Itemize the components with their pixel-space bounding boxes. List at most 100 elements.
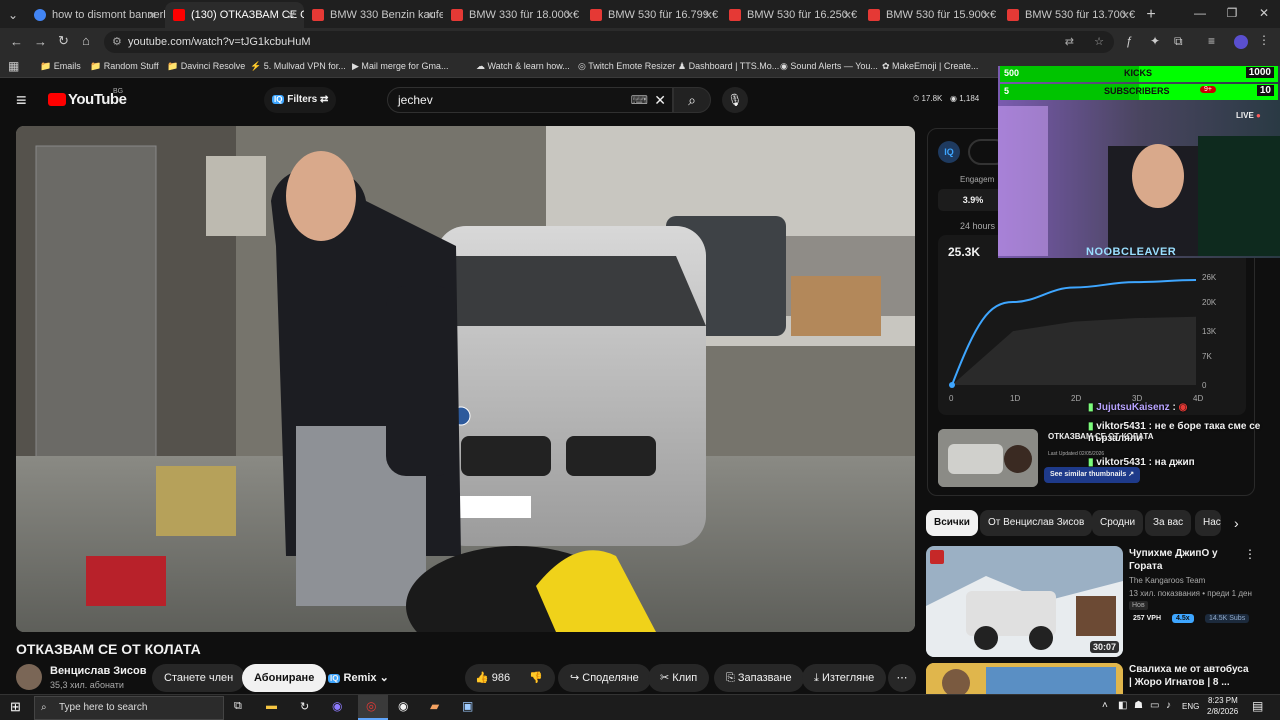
profile-avatar[interactable] xyxy=(1234,35,1248,49)
bookmark-item[interactable]: ▶ Mail merge for Gma... xyxy=(352,61,448,72)
app-icon[interactable]: ↻ xyxy=(300,700,309,713)
bookmark-item[interactable]: 📁 Emails xyxy=(40,61,81,72)
chip-all[interactable]: Всички xyxy=(926,510,978,536)
share-button[interactable]: ↪ Споделяне xyxy=(558,664,651,692)
url-field[interactable]: ⚙ youtube.com/watch?v=tJG1kcbuHuM ⇄ ☆ xyxy=(104,31,1114,53)
browser-tab[interactable]: BMW 330 Benzin kaufen |✕ xyxy=(304,2,443,28)
join-button[interactable]: Станете член xyxy=(152,664,246,692)
more-vert-icon[interactable]: ⋮ xyxy=(1244,547,1256,561)
tray-icon[interactable]: ◧ xyxy=(1118,700,1127,711)
similar-thumbnails-button[interactable]: See similar thumbnails ↗ xyxy=(1044,467,1141,483)
close-tab-icon[interactable]: ✕ xyxy=(426,9,435,22)
rec-thumbnail[interactable] xyxy=(926,663,1123,695)
filters-button[interactable]: IQ Filters ⇄ xyxy=(264,87,337,113)
time-range[interactable]: 24 hours xyxy=(960,221,995,231)
subscribe-button[interactable]: Абониране xyxy=(242,664,327,692)
rec-title[interactable]: Чупихме ДжипО у Гората xyxy=(1129,547,1239,573)
close-tab-icon[interactable]: ✕ xyxy=(1121,9,1130,22)
close-tab-icon[interactable]: ✕ xyxy=(148,9,157,22)
bookmark-star-icon[interactable]: ☆ xyxy=(1094,31,1104,53)
chip-channel[interactable]: От Венцислав Зисов xyxy=(980,510,1093,536)
more-actions-button[interactable]: ⋯ xyxy=(888,664,916,692)
chip-related[interactable]: Сродни xyxy=(1092,510,1144,536)
like-button[interactable]: 👍 986 xyxy=(475,672,510,684)
close-tab-icon[interactable]: ✕ xyxy=(704,9,713,22)
close-tab-icon[interactable]: ✕ xyxy=(982,9,991,22)
apps-grid-icon[interactable]: ▦ xyxy=(8,59,19,73)
voice-search-button[interactable]: 🎙 xyxy=(722,87,748,113)
vidiq-logo[interactable]: IQ xyxy=(938,141,960,163)
browser-tab[interactable]: BMW 530 für 13.700 € ✕ xyxy=(999,2,1138,28)
video-thumbnail-card[interactable] xyxy=(938,429,1038,487)
extension-icon[interactable]: ƒ xyxy=(1126,34,1133,48)
bookmark-item[interactable]: ⚡ 5. Mullvad VPN for... xyxy=(250,61,346,72)
clock-date[interactable]: 2/8/2026 xyxy=(1207,707,1238,716)
browser-tab[interactable]: how to dismont bannerlor ✕ xyxy=(26,2,165,28)
site-info-icon[interactable]: ⚙ xyxy=(112,31,122,53)
tab-search-icon[interactable]: ⌄ xyxy=(0,2,26,28)
chevron-right-icon[interactable]: › xyxy=(1234,515,1239,531)
browser-tab[interactable]: BMW 330 für 18.000 € ✕ xyxy=(443,2,582,28)
obs-icon[interactable]: ◉ xyxy=(398,699,408,713)
close-tab-icon[interactable]: ✕ xyxy=(287,9,296,22)
bookmark-item[interactable]: ✿ MakeEmoji | Create... xyxy=(882,61,978,72)
browser-tab[interactable]: BMW 530 für 15.900 € ✕ xyxy=(860,2,999,28)
browser-tab[interactable]: BMW 530 für 16.799 € ✕ xyxy=(582,2,721,28)
extension-icon[interactable]: ✦ xyxy=(1150,34,1160,48)
app-icon[interactable]: ▰ xyxy=(430,699,439,713)
more-vert-icon[interactable]: ⋮ xyxy=(1258,33,1270,47)
chip-more[interactable]: Нас xyxy=(1195,510,1221,536)
chrome-taskbar-button[interactable]: ◎ xyxy=(358,695,388,720)
restore-icon[interactable]: ❐ xyxy=(1216,0,1248,26)
channel-name[interactable]: Венцислав Зисов xyxy=(50,665,147,677)
reload-icon[interactable]: ↻ xyxy=(58,33,69,49)
network-icon[interactable]: ▭ xyxy=(1150,700,1159,711)
bookmark-item[interactable]: 📁 Random Stuff xyxy=(90,61,159,72)
tray-chevron-icon[interactable]: ˄ xyxy=(1102,700,1108,711)
menu-list-icon[interactable]: ≡ xyxy=(1208,34,1215,48)
minimize-icon[interactable]: — xyxy=(1184,0,1216,26)
rec-thumbnail[interactable]: 30:07 xyxy=(926,546,1123,657)
channel-avatar[interactable] xyxy=(16,664,42,690)
rec-title[interactable]: Свалиха ме от автобуса | Жоро Игнатов | … xyxy=(1129,663,1249,689)
bookmark-item[interactable]: ♟ Dashboard | TTS.Mo... xyxy=(678,61,779,72)
clock-time[interactable]: 8:23 PM xyxy=(1208,696,1238,705)
chip-for-you[interactable]: За вас xyxy=(1145,510,1192,536)
bookmark-item[interactable]: ☁ Watch & learn how... xyxy=(476,61,570,72)
close-window-icon[interactable]: ✕ xyxy=(1248,0,1280,26)
bookmark-item[interactable]: ◉ Sound Alerts — You... xyxy=(780,61,878,72)
clear-search-icon[interactable]: ✕ xyxy=(654,88,666,112)
search-input[interactable]: jechev ⌨ ✕ xyxy=(387,87,673,113)
video-player[interactable] xyxy=(16,126,915,632)
save-button[interactable]: ⎘ Запазване xyxy=(714,664,804,692)
clip-button[interactable]: ✂ Клип xyxy=(648,664,710,692)
file-explorer-icon[interactable]: ▬ xyxy=(266,700,277,712)
keyboard-icon[interactable]: ⌨ xyxy=(631,88,648,112)
volume-icon[interactable]: ♪ xyxy=(1166,700,1171,711)
language-indicator[interactable]: ENG xyxy=(1182,702,1199,711)
hamburger-menu-icon[interactable]: ≡ xyxy=(16,90,27,111)
bookmark-item[interactable]: ◎ Twitch Emote Resizer xyxy=(578,61,675,72)
remix-button[interactable]: IQ Remix ⌄ xyxy=(322,664,395,692)
extensions-puzzle-icon[interactable]: ⧉ xyxy=(1174,34,1183,49)
rec-channel[interactable]: The Kangaroos Team xyxy=(1129,576,1205,585)
youtube-logo-icon[interactable] xyxy=(48,93,66,106)
notifications-icon[interactable]: ▤ xyxy=(1252,699,1263,713)
browser-tab-active[interactable]: (130) ОТКАЗВАМ СЕ ОТ К✕ xyxy=(165,2,304,28)
translate-icon[interactable]: ⇄ xyxy=(1065,31,1074,53)
back-icon[interactable]: ← xyxy=(10,34,23,49)
thumbs-down-icon[interactable]: 👎 xyxy=(529,664,543,692)
close-tab-icon[interactable]: ✕ xyxy=(565,9,574,22)
windows-start-icon[interactable]: ⊞ xyxy=(10,699,21,715)
search-button[interactable]: ⌕ xyxy=(673,87,711,113)
app-icon[interactable]: ▣ xyxy=(462,699,473,713)
close-tab-icon[interactable]: ✕ xyxy=(843,9,852,22)
taskbar-search-input[interactable]: ⌕ Type here to search xyxy=(34,696,224,720)
forward-icon[interactable]: → xyxy=(34,34,47,49)
bookmark-item[interactable]: 📁 Davinci Resolve xyxy=(167,61,245,72)
home-icon[interactable]: ⌂ xyxy=(82,33,90,48)
browser-tab[interactable]: BMW 530 für 16.250 € ✕ xyxy=(721,2,860,28)
app-icon[interactable]: ◉ xyxy=(332,699,342,713)
download-button[interactable]: ⤓ Изтегляне xyxy=(802,664,887,692)
new-tab-button[interactable]: + xyxy=(1138,2,1164,28)
